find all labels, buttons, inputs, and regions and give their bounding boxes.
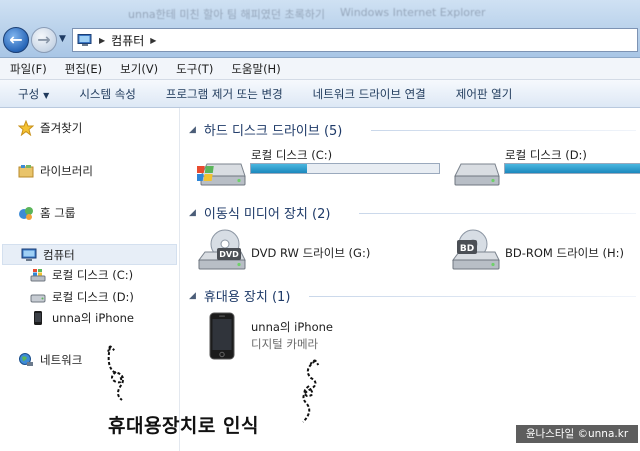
group-header-hdd[interactable]: ◢ 하드 디스크 드라이브 (5) bbox=[189, 120, 342, 139]
window-title: Windows Internet Explorer bbox=[340, 6, 486, 19]
group-divider bbox=[309, 296, 636, 297]
sidebar-item-computer[interactable]: 컴퓨터 bbox=[2, 244, 177, 265]
hard-drive-icon bbox=[30, 294, 46, 303]
group-title: 하드 디스크 드라이브 (5) bbox=[203, 124, 343, 139]
annotation-arrow-icon bbox=[107, 345, 124, 401]
sidebar-item-favorites[interactable]: 즐겨찾기 bbox=[18, 120, 82, 136]
annotation-caption: 휴대용장치로 인식 bbox=[108, 415, 259, 437]
menu-file[interactable]: 파일(F) bbox=[10, 61, 47, 77]
collapse-triangle-icon[interactable]: ◢ bbox=[189, 208, 196, 218]
usage-fill bbox=[505, 164, 640, 173]
uninstall-program-button[interactable]: 프로그램 제거 또는 변경 bbox=[166, 86, 283, 102]
library-folder-icon bbox=[18, 165, 34, 178]
sidebar-item-network[interactable]: 네트워크 bbox=[18, 352, 82, 368]
menu-view[interactable]: 보기(V) bbox=[120, 61, 158, 77]
star-icon bbox=[18, 120, 34, 136]
address-bar[interactable]: ▶ 컴퓨터 ▶ bbox=[72, 28, 638, 52]
drive-c-usage-bar bbox=[250, 163, 440, 174]
title-bar: unna한테 미친 할아 팀 해피였던 초록하기 Windows Interne… bbox=[0, 0, 640, 58]
bd-badge-text: BD bbox=[460, 244, 474, 254]
dvd-badge-text: DVD bbox=[219, 250, 239, 259]
drive-d-usage-bar bbox=[504, 163, 640, 174]
group-divider bbox=[371, 130, 636, 131]
sidebar-label: 라이브러리 bbox=[40, 164, 93, 178]
usage-fill bbox=[251, 164, 308, 173]
system-drive-icon[interactable] bbox=[197, 150, 247, 190]
forward-button[interactable]: → bbox=[31, 27, 57, 53]
sidebar-item-local-disk-d[interactable]: 로컬 디스크 (D:) bbox=[30, 289, 134, 305]
menu-bar: 파일(F) 편집(E) 보기(V) 도구(T) 도움말(H) bbox=[0, 58, 640, 80]
breadcrumb-computer[interactable]: 컴퓨터 bbox=[111, 32, 144, 49]
drive-c-name[interactable]: 로컬 디스크 (C:) bbox=[251, 147, 332, 163]
drive-h-name[interactable]: BD-ROM 드라이브 (H:) bbox=[505, 245, 624, 261]
network-icon bbox=[19, 353, 33, 366]
system-drive-icon bbox=[30, 269, 46, 282]
computer-icon bbox=[21, 248, 37, 261]
sidebar-item-local-disk-c[interactable]: 로컬 디스크 (C:) bbox=[30, 267, 133, 283]
command-bar: 구성 ▼ 시스템 속성 프로그램 제거 또는 변경 네트워크 드라이브 연결 제어… bbox=[0, 80, 640, 108]
sidebar-label: unna의 iPhone bbox=[52, 311, 134, 325]
window-title-left: unna한테 미친 할아 팀 해피였던 초록하기 bbox=[128, 8, 325, 21]
dvd-drive-icon[interactable]: DVD bbox=[197, 226, 247, 274]
back-button[interactable]: ← bbox=[3, 27, 29, 53]
sidebar-label: 로컬 디스크 (D:) bbox=[52, 290, 134, 304]
group-title: 휴대용 장치 (1) bbox=[203, 290, 291, 305]
sidebar-label: 로컬 디스크 (C:) bbox=[52, 268, 134, 282]
organize-label: 구성 bbox=[18, 86, 40, 101]
iphone-icon[interactable] bbox=[208, 312, 236, 360]
group-title: 이동식 미디어 장치 (2) bbox=[203, 207, 331, 222]
menu-edit[interactable]: 편집(E) bbox=[65, 61, 102, 77]
sidebar-label: 네트워크 bbox=[40, 353, 83, 367]
breadcrumb-arrow-icon[interactable]: ▶ bbox=[99, 36, 105, 45]
open-control-panel-button[interactable]: 제어판 열기 bbox=[456, 86, 513, 102]
content-pane: ◢ 하드 디스크 드라이브 (5) 로컬 디스크 (C:) 로컬 디스크 (D:… bbox=[181, 108, 640, 451]
sidebar-label: 즐겨찾기 bbox=[40, 121, 83, 135]
iphone-device-type: 디지털 카메라 bbox=[251, 337, 319, 351]
chevron-down-icon: ▼ bbox=[43, 90, 50, 100]
breadcrumb-arrow-icon[interactable]: ▶ bbox=[150, 36, 156, 45]
menu-help[interactable]: 도움말(H) bbox=[231, 61, 280, 77]
drive-d-name[interactable]: 로컬 디스크 (D:) bbox=[505, 147, 587, 163]
annotation-arrow-icon bbox=[302, 359, 320, 423]
computer-icon bbox=[77, 33, 92, 46]
iphone-icon bbox=[34, 311, 42, 325]
collapse-triangle-icon[interactable]: ◢ bbox=[189, 291, 196, 301]
menu-tools[interactable]: 도구(T) bbox=[176, 61, 213, 77]
group-divider bbox=[359, 213, 636, 214]
system-properties-button[interactable]: 시스템 속성 bbox=[79, 86, 136, 102]
collapse-triangle-icon[interactable]: ◢ bbox=[189, 125, 196, 135]
bd-rom-drive-icon[interactable]: BD bbox=[451, 226, 501, 274]
iphone-device-name[interactable]: unna의 iPhone bbox=[251, 319, 333, 335]
sidebar-item-libraries[interactable]: 라이브러리 bbox=[18, 163, 93, 179]
drive-g-name[interactable]: DVD RW 드라이브 (G:) bbox=[251, 245, 370, 261]
sidebar-label: 컴퓨터 bbox=[43, 247, 75, 262]
map-network-drive-button[interactable]: 네트워크 드라이브 연결 bbox=[313, 86, 426, 102]
watermark: 윤나스타일 ©unna.kr bbox=[516, 425, 638, 443]
group-header-portable[interactable]: ◢ 휴대용 장치 (1) bbox=[189, 286, 290, 305]
navigation-pane: 즐겨찾기 라이브러리 홈 그룹 컴퓨터 로컬 디스크 (C:) 로컬 디스크 (… bbox=[0, 108, 180, 451]
sidebar-label: 홈 그룹 bbox=[40, 206, 76, 220]
recent-pages-dropdown-icon[interactable]: ▼ bbox=[59, 34, 66, 44]
sidebar-item-homegroup[interactable]: 홈 그룹 bbox=[18, 205, 75, 221]
organize-button[interactable]: 구성 ▼ bbox=[18, 86, 49, 102]
sidebar-item-iphone[interactable]: unna의 iPhone bbox=[30, 310, 134, 326]
hard-drive-icon[interactable] bbox=[451, 150, 501, 190]
group-header-removable[interactable]: ◢ 이동식 미디어 장치 (2) bbox=[189, 203, 330, 222]
homegroup-icon bbox=[19, 207, 33, 220]
